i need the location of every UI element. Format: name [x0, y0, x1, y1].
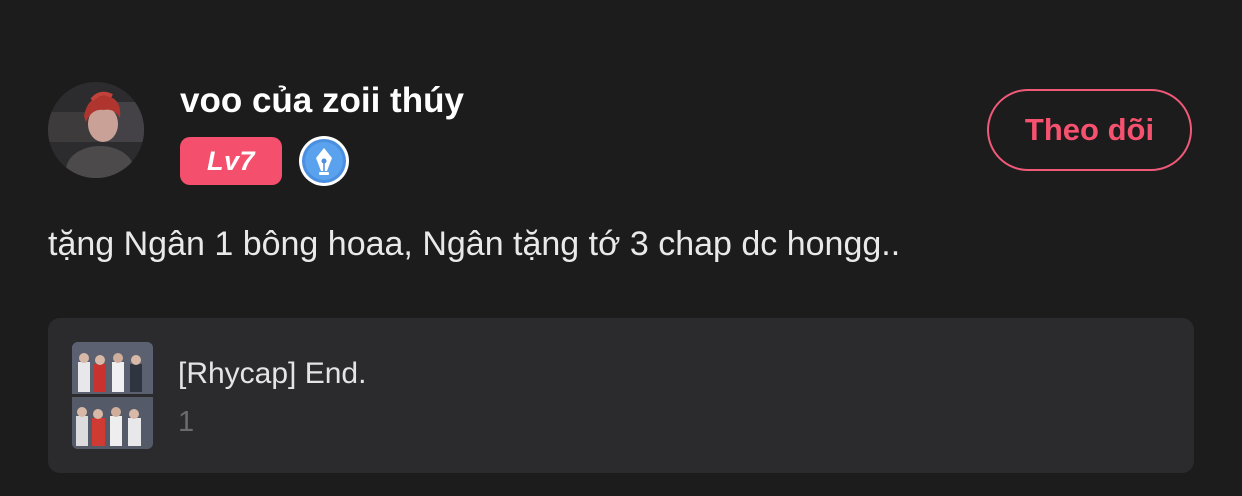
author-name[interactable]: voo của zoii thúy: [180, 80, 464, 122]
avatar[interactable]: [48, 82, 144, 178]
chapter-thumbnail: [72, 342, 153, 449]
pen-nib-icon: [298, 135, 350, 187]
post-item: voo của zoii thúy Lv7 Theo dõi tặng Ngân…: [0, 0, 1242, 496]
chapter-count: 1: [178, 406, 195, 438]
level-badge: Lv7: [180, 137, 282, 185]
chapter-title: [Rhycap] End.: [178, 357, 367, 390]
level-label: Lv7: [206, 145, 256, 176]
follow-button[interactable]: Theo dõi: [987, 89, 1192, 171]
avatar-image: [48, 82, 144, 178]
chapter-card[interactable]: [Rhycap] End. 1: [48, 318, 1194, 473]
post-content: tặng Ngân 1 bông hoaa, Ngân tặng tớ 3 ch…: [48, 225, 901, 263]
